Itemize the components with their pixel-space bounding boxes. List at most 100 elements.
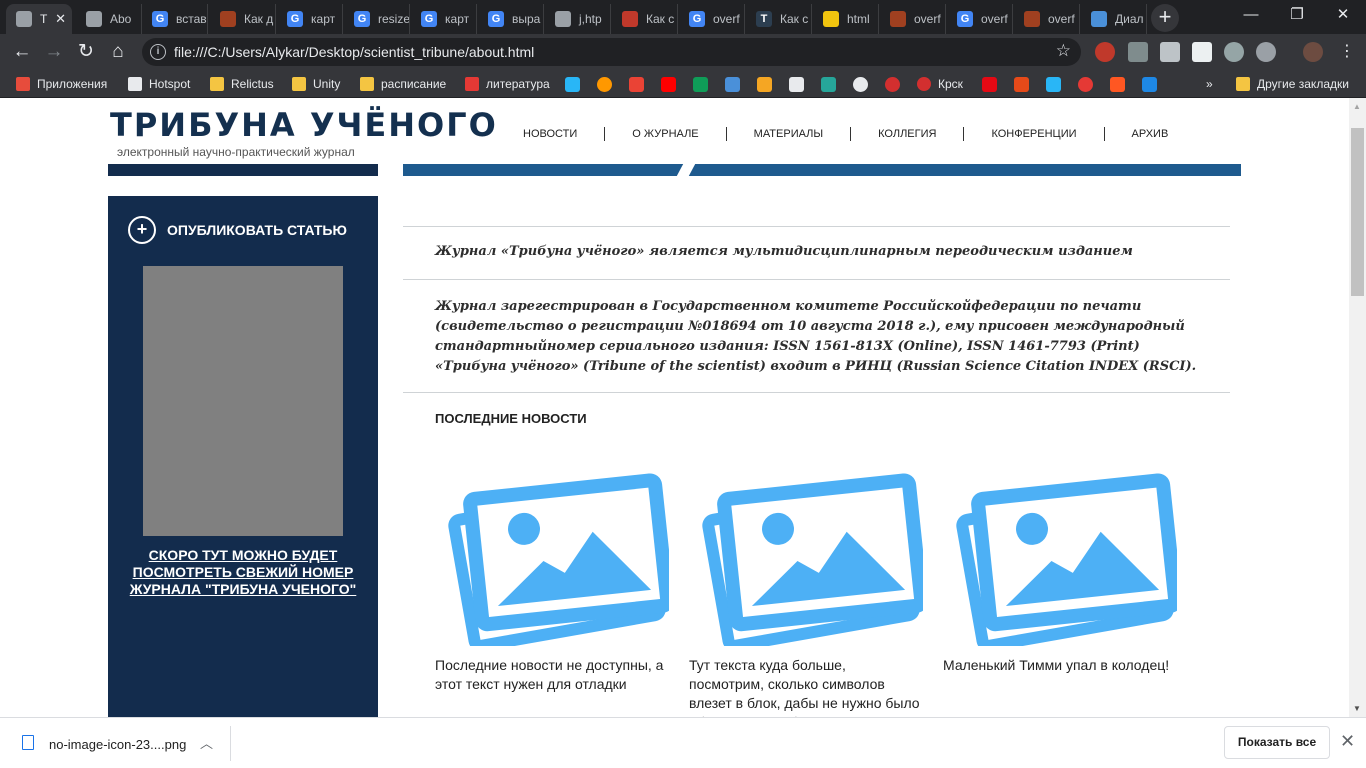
close-icon[interactable]: ✕ [1340,731,1355,752]
browser-tab[interactable]: j,htp [545,4,611,34]
bookmark-apps[interactable]: Приложения [16,75,107,93]
bookmark-icon[interactable] [821,77,836,92]
site-logo[interactable]: ТРИБУНА УЧЁНОГО [110,106,498,144]
journal-cover-placeholder [143,266,343,536]
browser-tab[interactable]: overf [1014,4,1080,34]
bookmark-unity[interactable]: Unity [292,75,340,93]
address-url[interactable]: file:///C:/Users/Alykar/Desktop/scientis… [174,44,534,60]
netflix-icon[interactable] [982,77,997,92]
bookmark-icon[interactable] [1014,77,1029,92]
tab-title: overf [713,12,740,26]
browser-tab[interactable]: Gвстав [142,4,208,34]
browser-tab[interactable]: Goverf [679,4,745,34]
youtube-icon[interactable] [661,77,676,92]
scroll-up-icon[interactable]: ▲ [1353,102,1361,111]
bookmark-other[interactable]: Другие закладки [1236,75,1349,93]
hh-icon[interactable] [885,77,900,92]
gmail-icon[interactable] [629,77,644,92]
tab-strip: Т ✕ Abo Gвстав Как д Gкарт Gresize Gкарт Gвыра j,… [0,0,1366,34]
gear-icon[interactable] [1256,42,1276,62]
close-tab-icon[interactable]: ✕ [55,11,66,27]
browser-tab[interactable]: Диал [1081,4,1147,34]
browser-tab[interactable]: Abo [76,4,142,34]
news-card[interactable]: Тут текста куда больше, посмотрим, сколь… [689,460,943,717]
nav-archive[interactable]: АРХИВ [1103,127,1196,141]
restore-icon[interactable]: ❐ [1274,0,1320,30]
tab-favicon-icon [86,11,102,27]
bookmark-icon[interactable] [1110,77,1125,92]
tab-title: Как д [244,12,274,26]
publish-article-button[interactable]: + ОПУБЛИКОВАТЬ СТАТЬЮ [128,216,347,244]
bookmark-hotspot[interactable]: Hotspot [128,75,190,93]
bookmarks-bar: Приложения Hotspot Relictus Unity распис… [0,70,1366,98]
nav-news[interactable]: НОВОСТИ [496,127,604,141]
tab-title: overf [914,12,941,26]
browser-tab[interactable]: Gвыра [478,4,544,34]
avatar[interactable] [1303,42,1323,62]
nav-board[interactable]: КОЛЛЕГИЯ [850,127,963,141]
browser-tab[interactable]: Goverf [947,4,1013,34]
browser-tab[interactable]: Как д [210,4,276,34]
news-card[interactable]: Последние новости не доступны, а этот те… [435,460,689,717]
drive-icon[interactable] [693,77,708,92]
browser-tab[interactable]: T Как с [746,4,812,34]
page-scrollbar[interactable]: ▲ ▼ [1349,98,1366,717]
tab-favicon-icon [823,11,839,27]
bookmark-literature[interactable]: литература [465,75,550,93]
bookmark-krsk[interactable]: Крск [917,75,963,93]
news-card[interactable]: Маленький Тимми упал в колодец! [943,460,1197,717]
home-icon[interactable]: ⌂ [106,40,130,64]
bookmark-icon[interactable] [597,77,612,92]
bookmark-icon[interactable] [565,77,580,92]
nav-about[interactable]: О ЖУРНАЛЕ [604,127,725,141]
fresh-issue-link[interactable]: СКОРО ТУТ МОЖНО БУДЕТ ПОСМОТРЕТЬ СВЕЖИЙ … [126,547,360,598]
menu-icon[interactable]: ⋮ [1335,40,1359,64]
tab-title: j,htp [579,12,602,26]
registration-text: Журнал зарегестрирован в Государственном… [403,279,1230,392]
browser-toolbar: ← → ↻ ⌂ i file:///C:/Users/Alykar/Deskto… [0,34,1366,70]
forward-icon[interactable]: → [42,40,66,64]
bookmark-icon[interactable] [725,77,740,92]
browser-tab[interactable]: overf [880,4,946,34]
nav-conferences[interactable]: КОНФЕРЕНЦИИ [963,127,1103,141]
chevron-up-icon[interactable]: ︿ [200,733,213,752]
shield-icon[interactable] [1224,42,1244,62]
minimize-icon[interactable]: — [1228,0,1274,30]
browser-tab[interactable]: Gкарт [277,4,343,34]
browser-tab[interactable]: Gresize [344,4,410,34]
info-icon[interactable]: i [150,44,166,60]
reload-icon[interactable]: ↻ [74,40,98,64]
cart-icon[interactable] [1142,77,1157,92]
font-extension-icon[interactable] [1192,42,1212,62]
nav-materials[interactable]: МАТЕРИАЛЫ [725,127,850,141]
close-window-icon[interactable]: ✕ [1320,0,1366,30]
adblock-icon[interactable] [1095,42,1115,62]
bookmark-relictus[interactable]: Relictus [210,75,274,93]
tab-favicon-icon: G [957,11,973,27]
extension-icon[interactable] [1128,42,1148,62]
browser-tab[interactable]: Gкарт [411,4,477,34]
tab-favicon-icon: G [287,11,303,27]
scroll-thumb[interactable] [1351,128,1364,296]
scroll-down-icon[interactable]: ▼ [1353,704,1361,713]
bookmark-icon[interactable] [1046,77,1061,92]
back-icon[interactable]: ← [10,40,34,64]
bookmark-star-icon[interactable]: ☆ [1056,41,1071,61]
new-tab-button[interactable]: + [1151,4,1179,32]
folder-icon [292,77,306,91]
bookmark-icon[interactable] [757,77,772,92]
browser-tab[interactable]: Как с [612,4,678,34]
folder-icon [360,77,374,91]
address-bar[interactable]: i file:///C:/Users/Alykar/Desktop/scient… [142,38,1081,66]
show-all-button[interactable]: Показать все [1224,726,1330,759]
github-icon[interactable] [853,77,868,92]
more-bookmarks-icon[interactable]: » [1206,75,1213,93]
bookmark-schedule[interactable]: расписание [360,75,446,93]
download-item[interactable]: no-image-icon-23....png [49,737,186,752]
browser-tab[interactable]: html [813,4,879,34]
extension-icon[interactable] [1160,42,1180,62]
browser-tab[interactable]: Т ✕ [6,4,72,34]
bookmark-icon[interactable] [789,77,804,92]
news-section: ПОСЛЕДНИЕ НОВОСТИ [403,392,1230,426]
bookmark-icon[interactable] [1078,77,1093,92]
